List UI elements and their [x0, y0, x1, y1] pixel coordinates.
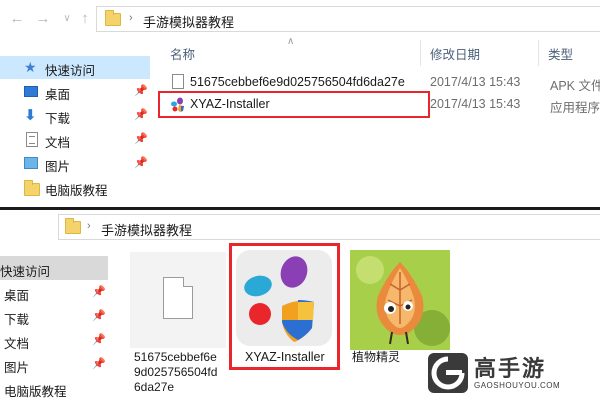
desktop-icon	[24, 86, 38, 97]
chevron-down-icon[interactable]: ∨	[58, 10, 76, 28]
sidebar-item-label: 快速访问	[45, 64, 96, 78]
sidebar-item-documents[interactable]: 文档 📌	[0, 128, 150, 151]
file-icon	[172, 74, 184, 89]
folder-icon	[105, 10, 121, 26]
sidebar-item-downloads[interactable]: ⬇ 下载 📌	[0, 104, 150, 127]
sidebar-item-label: 图片	[45, 160, 71, 174]
sidebar-item-label: 下载	[45, 112, 71, 126]
sidebar-item-label: 文档	[45, 136, 71, 150]
pin-icon[interactable]: 📌	[134, 84, 148, 97]
file-date: 2017/4/13 15:43	[430, 97, 521, 111]
sidebar-item-label: 桌面	[4, 289, 30, 303]
back-arrow-icon[interactable]: ←	[8, 10, 26, 28]
breadcrumb-separator-icon: ›	[129, 12, 133, 24]
watermark-title: 高手游	[474, 356, 547, 381]
sidebar-item-quick-access[interactable]: 快速访问	[0, 256, 108, 280]
pin-icon[interactable]: 📌	[92, 333, 106, 346]
pin-icon[interactable]: 📌	[134, 156, 148, 169]
pictures-icon	[24, 157, 38, 169]
forward-arrow-icon[interactable]: →	[34, 10, 52, 28]
plant-spirit-icon	[350, 250, 450, 350]
file-tile-apk[interactable]	[130, 252, 226, 348]
sidebar-item-pc-tutorials[interactable]: 电脑版教程	[0, 176, 150, 199]
column-divider[interactable]	[420, 40, 421, 66]
highlight-box	[158, 91, 430, 118]
navigation-pane: ★ 快速访问 桌面 📌 ⬇ 下载 📌 文档 📌 图片 📌 电脑版教程	[0, 38, 150, 207]
sidebar-item-label: 文档	[4, 337, 30, 351]
caption-line: 植物精灵	[352, 350, 401, 364]
address-bar[interactable]: › 手游模拟器教程	[96, 6, 600, 32]
up-arrow-icon[interactable]: ↑	[76, 10, 94, 28]
sidebar-item-pictures[interactable]: 图片 📌	[0, 352, 108, 376]
sidebar-item-label: 电脑版教程	[4, 385, 67, 399]
file-name: 51675cebbef6e9d025756504fd6da27e	[190, 75, 405, 89]
sidebar-item-label: 图片	[4, 361, 30, 375]
sidebar-item-quick-access[interactable]: ★ 快速访问	[0, 56, 150, 79]
column-header-type[interactable]: 类型	[548, 44, 573, 63]
column-divider[interactable]	[538, 40, 539, 66]
sidebar-item-label: 电脑版教程	[45, 184, 108, 198]
address-bar[interactable]: › 手游模拟器教程	[58, 214, 600, 240]
pin-icon[interactable]: 📌	[92, 285, 106, 298]
folder-icon	[65, 218, 81, 234]
file-tile-caption: XYAZ-Installer	[245, 350, 325, 365]
file-tile-caption: 51675cebbef6e 9d025756504fd 6da27e	[134, 350, 217, 395]
file-date: 2017/4/13 15:43	[430, 75, 521, 89]
watermark-logo-icon	[428, 353, 468, 393]
sidebar-item-downloads[interactable]: 下载 📌	[0, 304, 108, 328]
watermark-subtitle: GAOSHOUYOU.COM	[474, 381, 561, 390]
file-tile-installer[interactable]	[236, 250, 332, 346]
installer-icon	[244, 256, 314, 342]
sidebar-item-documents[interactable]: 文档 📌	[0, 328, 108, 352]
sidebar-item-pictures[interactable]: 图片 📌	[0, 152, 150, 175]
address-bar-area: ← → ∨ ↑ › 手游模拟器教程	[0, 0, 600, 38]
star-icon: ★	[24, 59, 37, 75]
download-icon: ⬇	[24, 107, 37, 124]
sidebar-item-label: 快速访问	[0, 265, 51, 279]
file-list: ∧ 名称 修改日期 类型 51675cebbef6e9d025756504fd6…	[150, 36, 600, 207]
caption-line: XYAZ-Installer	[245, 350, 325, 364]
file-type: APK 文件	[550, 79, 600, 93]
document-icon	[26, 132, 38, 147]
pin-icon[interactable]: 📌	[92, 309, 106, 322]
caption-line: 6da27e	[134, 380, 175, 394]
file-row[interactable]: 51675cebbef6e9d025756504fd6da27e 2017/4/…	[150, 71, 600, 93]
caption-line: 9d025756504fd	[134, 365, 218, 379]
file-tile-plant-spirit[interactable]	[350, 250, 450, 350]
pin-icon[interactable]: 📌	[134, 108, 148, 121]
breadcrumb-separator-icon: ›	[87, 220, 91, 232]
blank-file-icon	[163, 277, 193, 319]
sidebar-item-label: 下载	[4, 313, 30, 327]
navigation-pane: 快速访问 桌面 📌 下载 📌 文档 📌 图片 📌 电脑版教程	[0, 256, 108, 400]
watermark-logo: 高手游 GAOSHOUYOU.COM	[428, 351, 560, 397]
caption-line: 51675cebbef6e	[134, 350, 217, 364]
breadcrumb[interactable]: 手游模拟器教程	[143, 12, 234, 31]
pin-icon[interactable]: 📌	[134, 132, 148, 145]
pin-icon[interactable]: 📌	[92, 357, 106, 370]
sidebar-item-desktop[interactable]: 桌面 📌	[0, 280, 108, 304]
sidebar-item-desktop[interactable]: 桌面 📌	[0, 80, 150, 103]
bottom-explorer-window: › 手游模拟器教程 快速访问 桌面 📌 下载 📌 文档 📌 图片 📌 电脑版教程	[0, 210, 600, 400]
column-header-date[interactable]: 修改日期	[430, 44, 480, 63]
sort-ascending-icon: ∧	[287, 36, 295, 47]
file-tile-caption: 植物精灵	[352, 350, 400, 365]
folder-icon	[24, 180, 40, 196]
sidebar-item-pc-tutorials[interactable]: 电脑版教程	[0, 376, 108, 400]
sidebar-item-label: 桌面	[45, 88, 71, 102]
column-header-name[interactable]: 名称	[170, 44, 195, 63]
file-type: 应用程序	[550, 101, 600, 115]
breadcrumb[interactable]: 手游模拟器教程	[101, 220, 192, 239]
top-explorer-window: ← → ∨ ↑ › 手游模拟器教程 ★ 快速访问 桌面 📌 ⬇ 下载 📌 文档 …	[0, 0, 600, 207]
